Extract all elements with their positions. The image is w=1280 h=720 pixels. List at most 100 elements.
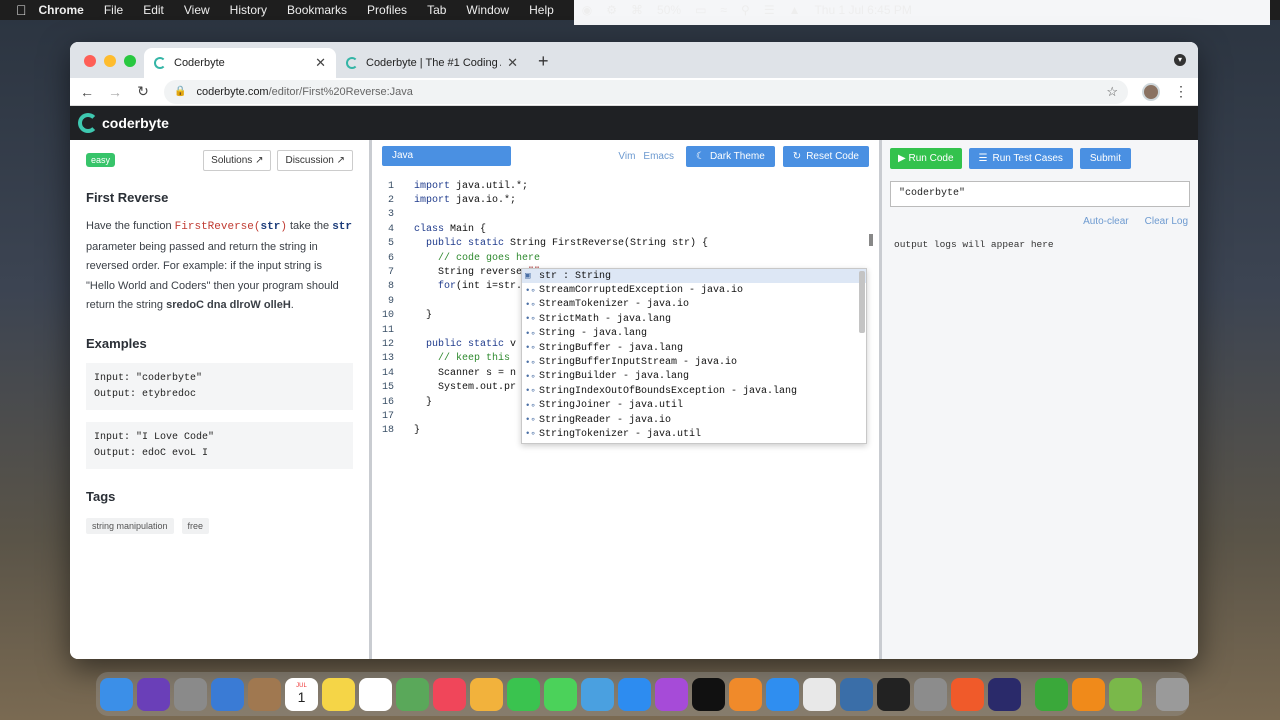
close-tab-icon[interactable]: ✕ bbox=[507, 55, 518, 71]
tab-coderbyte-home[interactable]: Coderbyte | The #1 Coding Ass ✕ bbox=[336, 48, 528, 78]
custom-input-field[interactable]: "coderbyte" bbox=[890, 181, 1190, 207]
autocomplete-item[interactable]: •∘ StringTokenizer - java.util bbox=[522, 427, 866, 441]
menu-bookmarks[interactable]: Bookmarks bbox=[287, 3, 347, 17]
facetime-icon[interactable] bbox=[507, 677, 540, 711]
brave-icon[interactable] bbox=[951, 677, 984, 711]
settings-icon[interactable] bbox=[914, 677, 947, 711]
reminders-icon[interactable] bbox=[359, 677, 392, 711]
autocomplete-item[interactable]: •∘ StringReader - java.io bbox=[522, 413, 866, 427]
spotlight-icon[interactable]: ⚲ bbox=[741, 3, 750, 17]
code-line[interactable]: 4 class Main { bbox=[372, 222, 879, 236]
notes-icon[interactable] bbox=[322, 677, 355, 711]
battery-icon[interactable]: ▭ bbox=[695, 3, 706, 17]
siri-icon[interactable] bbox=[137, 677, 170, 711]
menu-tab[interactable]: Tab bbox=[427, 3, 446, 17]
tab-search-icon[interactable]: ▾ bbox=[1174, 54, 1186, 66]
chrome-menu-icon[interactable]: ⋮ bbox=[1174, 83, 1188, 100]
trash-icon[interactable] bbox=[1156, 677, 1189, 711]
finder-icon[interactable] bbox=[100, 677, 133, 711]
eclipse-icon[interactable] bbox=[988, 677, 1021, 711]
forward-icon[interactable]: → bbox=[108, 84, 122, 100]
code-line[interactable]: 2 import java.io.*; bbox=[372, 193, 879, 207]
close-tab-icon[interactable]: ✕ bbox=[315, 55, 326, 71]
mail-icon[interactable] bbox=[211, 677, 244, 711]
tv-icon[interactable] bbox=[692, 677, 725, 711]
back-icon[interactable]: ← bbox=[80, 84, 94, 100]
profile-avatar[interactable] bbox=[1142, 82, 1160, 101]
menu-file[interactable]: File bbox=[104, 3, 123, 17]
clock[interactable]: Thu 1 Jul 6:45 PM bbox=[814, 3, 911, 17]
autocomplete-item[interactable]: •∘ StringBuilder - java.lang bbox=[522, 370, 866, 384]
autocomplete-item[interactable]: •∘ StrictMath - java.lang bbox=[522, 312, 866, 326]
books-icon[interactable] bbox=[729, 677, 762, 711]
reload-icon[interactable]: ↻ bbox=[136, 83, 150, 100]
autocomplete-item[interactable]: •∘ String - java.lang bbox=[522, 327, 866, 341]
language-select[interactable]: Java bbox=[382, 146, 511, 166]
xcode-icon[interactable] bbox=[581, 677, 614, 711]
run-test-cases-button[interactable]: ☰ Run Test Cases bbox=[968, 148, 1073, 169]
podcasts-icon[interactable] bbox=[655, 677, 688, 711]
reset-code-button[interactable]: ↻ Reset Code bbox=[782, 145, 869, 167]
code-line[interactable]: 1 import java.util.*; bbox=[372, 179, 879, 193]
submit-button[interactable]: Submit bbox=[1079, 148, 1132, 169]
tag-item[interactable]: string manipulation bbox=[86, 517, 174, 534]
clear-log-link[interactable]: Clear Log bbox=[1145, 216, 1188, 227]
autocomplete-item[interactable]: •∘ StreamCorruptedException - java.io bbox=[522, 283, 866, 297]
menu-edit[interactable]: Edit bbox=[143, 3, 164, 17]
apple-icon[interactable]:  bbox=[16, 2, 27, 18]
utorrent-icon[interactable] bbox=[1035, 677, 1068, 711]
minimize-window-button[interactable] bbox=[104, 55, 116, 67]
wifi-icon[interactable]: ≈ bbox=[720, 3, 727, 17]
new-tab-icon[interactable]: + bbox=[538, 51, 549, 72]
coderbyte-logo-icon[interactable] bbox=[78, 113, 98, 133]
terminal-icon[interactable] bbox=[877, 677, 910, 711]
autocomplete-item[interactable]: ▣ str : String bbox=[522, 269, 866, 284]
launchpad-icon[interactable] bbox=[174, 677, 207, 711]
tag-item[interactable]: free bbox=[181, 517, 210, 534]
autocomplete-item[interactable]: •∘ StringJoiner - java.util bbox=[522, 399, 866, 413]
safari-icon[interactable] bbox=[766, 677, 799, 711]
menu-app-name[interactable]: Chrome bbox=[39, 3, 84, 17]
messages-icon[interactable] bbox=[544, 677, 577, 711]
autocomplete-item[interactable]: •∘ StringBuffer - java.lang bbox=[522, 341, 866, 355]
emacs-mode-link[interactable]: Emacs bbox=[643, 151, 674, 162]
menu-view[interactable]: View bbox=[184, 3, 210, 17]
bookmark-star-icon[interactable]: ☆ bbox=[1106, 84, 1118, 100]
music-icon[interactable] bbox=[433, 677, 466, 711]
run-code-button[interactable]: ▶ Run Code bbox=[890, 148, 962, 169]
menu-history[interactable]: History bbox=[230, 3, 267, 17]
fullscreen-window-button[interactable] bbox=[124, 55, 136, 67]
control-center-icon[interactable]: ☰ bbox=[764, 3, 775, 17]
autocomplete-item[interactable]: •∘ StringBufferInputStream - java.io bbox=[522, 355, 866, 369]
record-icon[interactable]: ◉ bbox=[582, 3, 592, 17]
menu-help[interactable]: Help bbox=[529, 3, 554, 17]
lock-icon[interactable]: 🔒 bbox=[174, 86, 186, 97]
dark-theme-button[interactable]: ☾ Dark Theme bbox=[685, 145, 775, 167]
code-line[interactable]: 3 bbox=[372, 208, 879, 222]
code-line[interactable]: 6 // code goes here bbox=[372, 251, 879, 265]
code-line[interactable]: 5 public static String FirstReverse(Stri… bbox=[372, 237, 879, 251]
vlc-icon[interactable] bbox=[1072, 677, 1105, 711]
contacts-icon[interactable] bbox=[248, 677, 281, 711]
auto-clear-link[interactable]: Auto-clear bbox=[1083, 216, 1129, 227]
menu-window[interactable]: Window bbox=[466, 3, 509, 17]
photos-icon[interactable] bbox=[470, 677, 503, 711]
vpn-icon[interactable]: ⚙ bbox=[606, 3, 617, 17]
autocomplete-scrollbar[interactable] bbox=[859, 271, 865, 333]
chrome-icon[interactable] bbox=[803, 677, 836, 711]
autocomplete-item[interactable]: •∘ StringIndexOutOfBoundsException - java… bbox=[522, 384, 866, 398]
tab-coderbyte-editor[interactable]: Coderbyte ✕ bbox=[144, 48, 336, 78]
siri-menubar-icon[interactable]: ▲ bbox=[789, 3, 801, 17]
maps-icon[interactable] bbox=[396, 677, 429, 711]
solutions-button[interactable]: Solutions ↗ bbox=[203, 149, 272, 171]
bluetooth-icon[interactable]: ⌘ bbox=[631, 3, 643, 17]
close-window-button[interactable] bbox=[84, 55, 96, 67]
calendar-icon[interactable]: JUL 1 bbox=[285, 677, 318, 711]
discussion-button[interactable]: Discussion ↗ bbox=[277, 149, 353, 171]
appstore-icon[interactable] bbox=[618, 677, 651, 711]
site-logo-text[interactable]: coderbyte bbox=[102, 115, 169, 131]
autocomplete-item[interactable]: •∘ StreamTokenizer - java.io bbox=[522, 298, 866, 312]
menu-profiles[interactable]: Profiles bbox=[367, 3, 407, 17]
android-icon[interactable] bbox=[1109, 677, 1142, 711]
quicktime-icon[interactable] bbox=[840, 677, 873, 711]
